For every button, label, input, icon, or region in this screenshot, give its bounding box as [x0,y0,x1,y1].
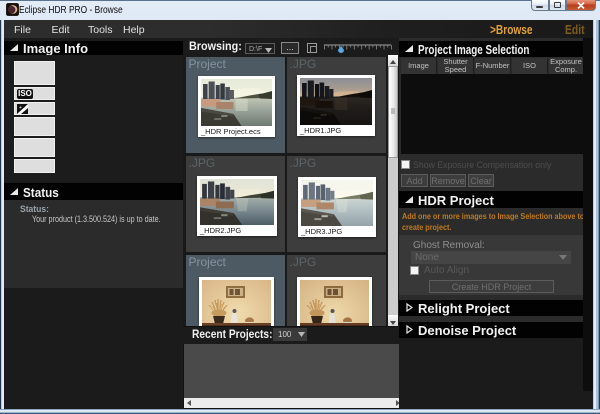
svg-text:+: + [19,105,22,111]
